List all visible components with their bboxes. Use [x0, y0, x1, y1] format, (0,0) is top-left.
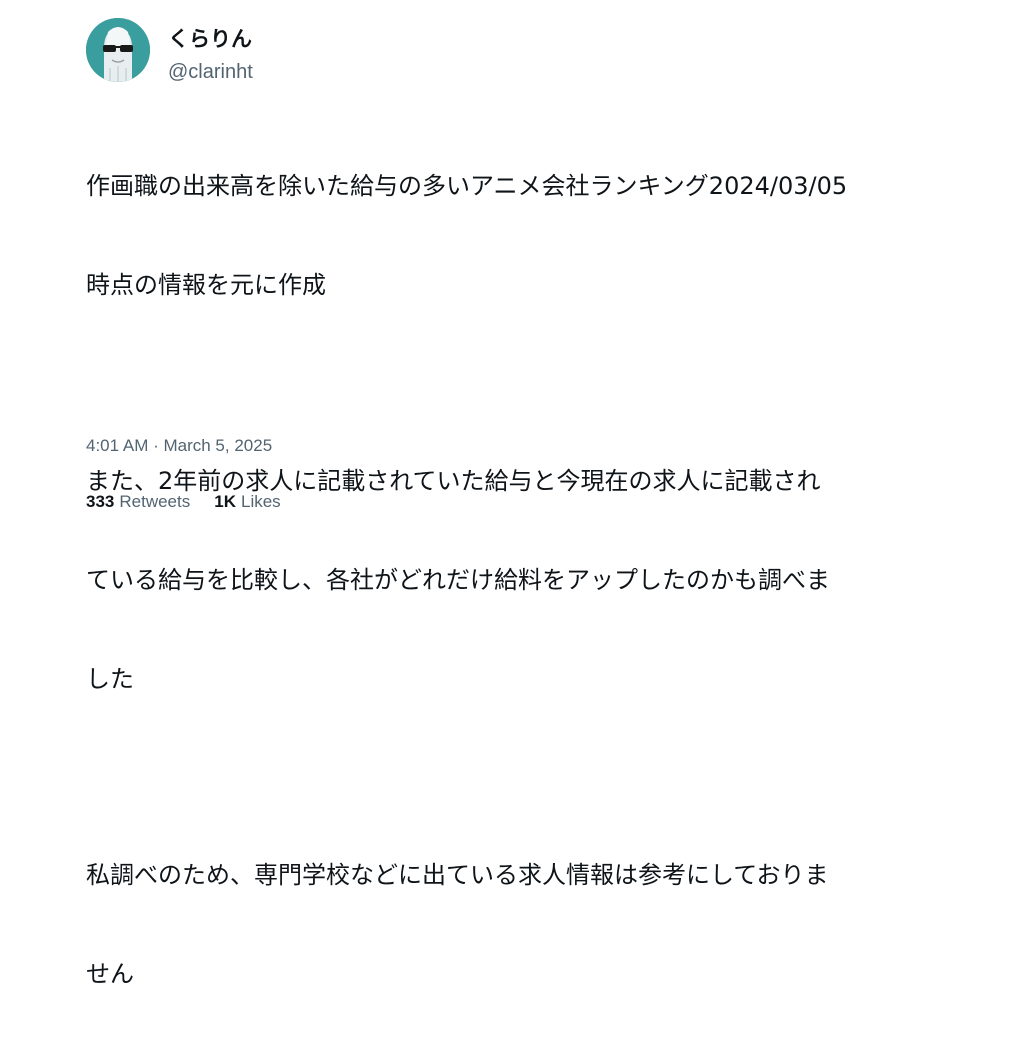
- likes-count: 1K: [214, 492, 236, 511]
- tweet-text: 作画職の出来高を除いた給与の多いアニメ会社ランキング2024/03/05 時点の…: [86, 104, 946, 1057]
- likes-label: Likes: [240, 492, 281, 511]
- tweet-line: した: [86, 665, 134, 693]
- author-handle[interactable]: @clarinht: [168, 59, 253, 85]
- tweet-line: ている給与を比較し、各社がどれだけ給料をアップしたのかも調べま: [86, 566, 830, 594]
- retweets-label: Retweets: [119, 492, 191, 511]
- likes-stat[interactable]: 1K Likes: [214, 492, 280, 512]
- avatar-icon: [86, 18, 150, 82]
- avatar[interactable]: [86, 18, 150, 82]
- display-name[interactable]: くらりん: [168, 26, 253, 52]
- tweet-line: せん: [86, 960, 134, 988]
- tweet-line: 作画職の出来高を除いた給与の多いアニメ会社ランキング2024/03/05: [86, 172, 848, 200]
- tweet-card: くらりん @clarinht 作画職の出来高を除いた給与の多いアニメ会社ランキン…: [86, 18, 966, 1057]
- tweet-timestamp[interactable]: 4:01 AM · March 5, 2025: [86, 436, 272, 456]
- tweet-stats: 333 Retweets 1K Likes: [86, 492, 281, 512]
- tweet-line: 私調べのため、専門学校などに出ている求人情報は参考にしておりま: [86, 861, 829, 889]
- author-names: くらりん @clarinht: [168, 26, 253, 85]
- retweets-count: 333: [86, 492, 115, 511]
- tweet-line: 時点の情報を元に作成: [86, 271, 326, 299]
- retweets-stat[interactable]: 333 Retweets: [86, 492, 190, 512]
- tweet-header: くらりん @clarinht: [86, 18, 966, 90]
